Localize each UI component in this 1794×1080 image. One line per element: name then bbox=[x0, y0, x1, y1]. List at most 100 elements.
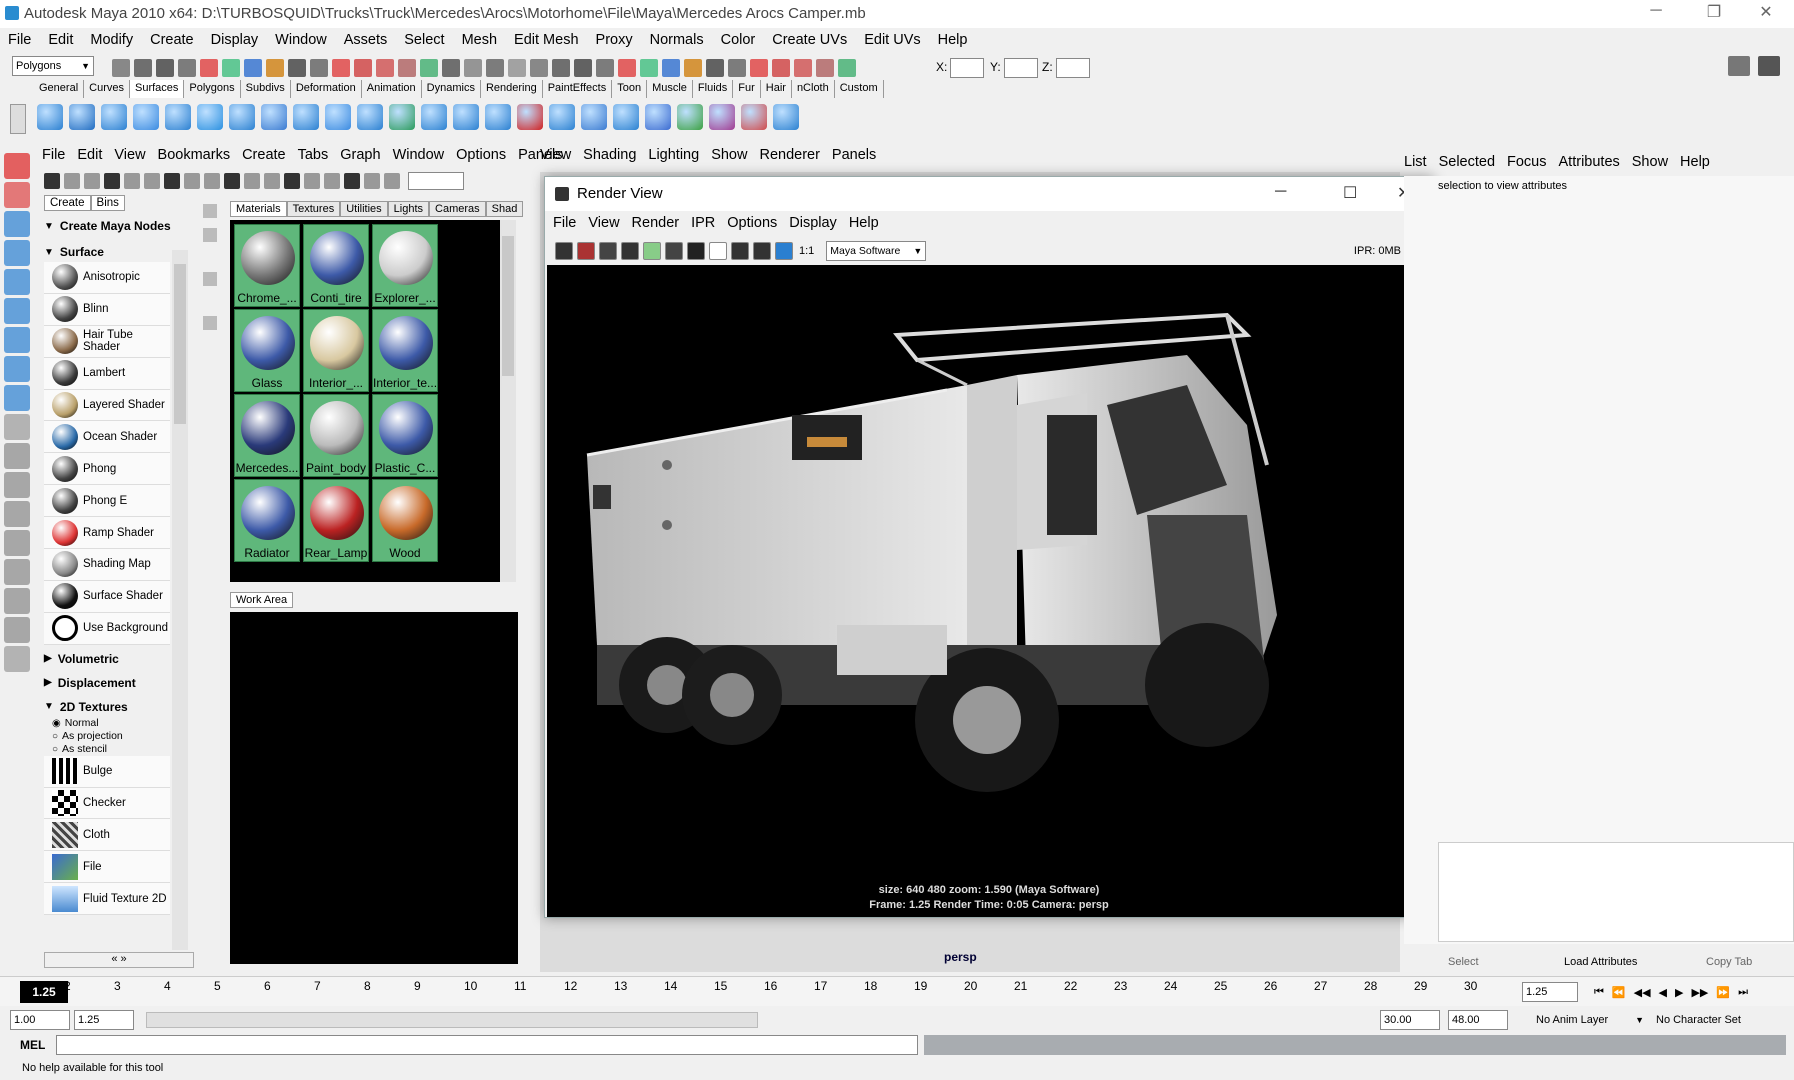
status-tool-icon[interactable] bbox=[244, 59, 262, 77]
mat-tab-lights[interactable]: Lights bbox=[387, 201, 430, 217]
surface-node-phong[interactable]: Phong bbox=[44, 453, 170, 486]
ratio-button[interactable]: 1:1 bbox=[799, 245, 814, 257]
character-set-select[interactable]: No Character Set bbox=[1652, 1010, 1772, 1030]
playback-icon[interactable]: ◀◀ bbox=[1634, 986, 1651, 999]
render-tool-icon[interactable] bbox=[687, 242, 705, 260]
menu-edit[interactable]: Edit bbox=[48, 32, 73, 48]
render-tool-icon[interactable] bbox=[555, 242, 573, 260]
menu-edit-mesh[interactable]: Edit Mesh bbox=[514, 32, 578, 48]
ae-menu-attributes[interactable]: Attributes bbox=[1559, 154, 1620, 170]
menu-help[interactable]: Help bbox=[938, 32, 968, 48]
mode-select[interactable]: Polygons ▼ bbox=[12, 56, 94, 76]
material-swatch[interactable]: Mercedes... bbox=[234, 394, 300, 477]
copy-tab-button[interactable]: Copy Tab bbox=[1706, 956, 1752, 968]
toolbox-tool-icon[interactable] bbox=[4, 501, 30, 527]
menu-create[interactable]: Create bbox=[150, 32, 194, 48]
ae-menu-help[interactable]: Help bbox=[1680, 154, 1710, 170]
shelf-tab-dynamics[interactable]: Dynamics bbox=[422, 80, 481, 98]
hypershade-tool-icon[interactable] bbox=[364, 173, 380, 189]
render-tool-icon[interactable] bbox=[775, 242, 793, 260]
rv-menu-ipr[interactable]: IPR bbox=[691, 215, 715, 231]
status-tool-icon[interactable] bbox=[728, 59, 746, 77]
channel-box-icon[interactable] bbox=[1728, 56, 1750, 76]
render-image[interactable]: size: 640 480 zoom: 1.590 (Maya Software… bbox=[547, 265, 1431, 917]
hs-menu-options[interactable]: Options bbox=[456, 147, 506, 167]
work-area[interactable] bbox=[230, 612, 518, 964]
status-tool-icon[interactable] bbox=[420, 59, 438, 77]
hypershade-tool-icon[interactable] bbox=[104, 173, 120, 189]
status-tool-icon[interactable] bbox=[706, 59, 724, 77]
shelf-surface-tool-icon[interactable] bbox=[133, 104, 159, 130]
material-swatch[interactable]: Explorer_... bbox=[372, 224, 438, 307]
end-time-field[interactable] bbox=[1448, 1010, 1508, 1030]
hypershade-tool-icon[interactable] bbox=[324, 173, 340, 189]
hs-menu-edit[interactable]: Edit bbox=[77, 147, 102, 167]
material-swatch[interactable]: Plastic_C... bbox=[372, 394, 438, 477]
shelf-surface-tool-icon[interactable] bbox=[485, 104, 511, 130]
status-tool-icon[interactable] bbox=[332, 59, 350, 77]
minimize-button[interactable]: ─ bbox=[1275, 183, 1286, 201]
hypershade-tool-icon[interactable] bbox=[124, 173, 140, 189]
maximize-button[interactable]: ☐ bbox=[1343, 183, 1357, 203]
create-panel-scrollbar[interactable] bbox=[172, 250, 188, 950]
x-field[interactable] bbox=[950, 58, 984, 78]
scrollbar-thumb[interactable] bbox=[174, 264, 186, 424]
shelf-surface-tool-icon[interactable] bbox=[197, 104, 223, 130]
status-tool-icon[interactable] bbox=[376, 59, 394, 77]
menu-color[interactable]: Color bbox=[721, 32, 756, 48]
hypershade-tool-icon[interactable] bbox=[84, 173, 100, 189]
attribute-editor-icon[interactable] bbox=[1758, 56, 1780, 76]
graph-icon[interactable] bbox=[203, 272, 217, 286]
hs-tab-bins[interactable]: Bins bbox=[90, 195, 125, 211]
shelf-surface-tool-icon[interactable] bbox=[549, 104, 575, 130]
shelf-menu-icon[interactable] bbox=[10, 104, 26, 134]
status-tool-icon[interactable] bbox=[574, 59, 592, 77]
status-tool-icon[interactable] bbox=[266, 59, 284, 77]
rv-menu-display[interactable]: Display bbox=[789, 215, 837, 231]
shelf-surface-tool-icon[interactable] bbox=[645, 104, 671, 130]
rv-menu-help[interactable]: Help bbox=[849, 215, 879, 231]
toolbox-tool-icon[interactable] bbox=[4, 327, 30, 353]
shelf-surface-tool-icon[interactable] bbox=[581, 104, 607, 130]
toolbox-tool-icon[interactable] bbox=[4, 443, 30, 469]
shelf-tab-toon[interactable]: Toon bbox=[612, 80, 648, 98]
status-tool-icon[interactable] bbox=[552, 59, 570, 77]
shelf-surface-tool-icon[interactable] bbox=[165, 104, 191, 130]
hypershade-tool-icon[interactable] bbox=[184, 173, 200, 189]
menu-normals[interactable]: Normals bbox=[650, 32, 704, 48]
mat-tab-shad[interactable]: Shad bbox=[485, 201, 524, 217]
status-tool-icon[interactable] bbox=[222, 59, 240, 77]
toolbox-tool-icon[interactable] bbox=[4, 588, 30, 614]
shelf-tab-curves[interactable]: Curves bbox=[84, 80, 130, 98]
hypershade-tool-icon[interactable] bbox=[264, 173, 280, 189]
shelf-tab-ncloth[interactable]: nCloth bbox=[792, 80, 835, 98]
surface-node-use-background[interactable]: Use Background bbox=[44, 612, 170, 645]
shelf-surface-tool-icon[interactable] bbox=[613, 104, 639, 130]
render-tool-icon[interactable] bbox=[577, 242, 595, 260]
texture-node-file[interactable]: File bbox=[44, 851, 170, 884]
persp-menu-view[interactable]: View bbox=[540, 147, 571, 167]
toolbox-tool-icon[interactable] bbox=[4, 240, 30, 266]
shelf-surface-tool-icon[interactable] bbox=[261, 104, 287, 130]
ae-menu-selected[interactable]: Selected bbox=[1439, 154, 1495, 170]
menu-display[interactable]: Display bbox=[211, 32, 259, 48]
playback-start-field[interactable] bbox=[74, 1010, 134, 1030]
hypershade-tool-icon[interactable] bbox=[44, 173, 60, 189]
playback-end-field[interactable] bbox=[1380, 1010, 1440, 1030]
surface-node-surface-shader[interactable]: Surface Shader bbox=[44, 580, 170, 613]
material-swatch[interactable]: Rear_Lamp bbox=[303, 479, 369, 562]
rv-menu-view[interactable]: View bbox=[588, 215, 619, 231]
scrollbar-thumb[interactable] bbox=[502, 236, 514, 376]
material-swatch[interactable]: Interior_... bbox=[303, 309, 369, 392]
shelf-tab-subdivs[interactable]: Subdivs bbox=[241, 80, 291, 98]
shelf-surface-tool-icon[interactable] bbox=[741, 104, 767, 130]
status-tool-icon[interactable] bbox=[684, 59, 702, 77]
current-frame-field[interactable] bbox=[1522, 982, 1578, 1002]
restore-button[interactable]: ❐ bbox=[1692, 2, 1736, 26]
create-nodes-header[interactable]: ▼ Create Maya Nodes bbox=[44, 216, 194, 236]
shelf-surface-tool-icon[interactable] bbox=[677, 104, 703, 130]
status-tool-icon[interactable] bbox=[200, 59, 218, 77]
menu-edit-uvs[interactable]: Edit UVs bbox=[864, 32, 920, 48]
toolbox-tool-icon[interactable] bbox=[4, 356, 30, 382]
current-frame-marker[interactable]: 1.25 bbox=[20, 981, 68, 1003]
